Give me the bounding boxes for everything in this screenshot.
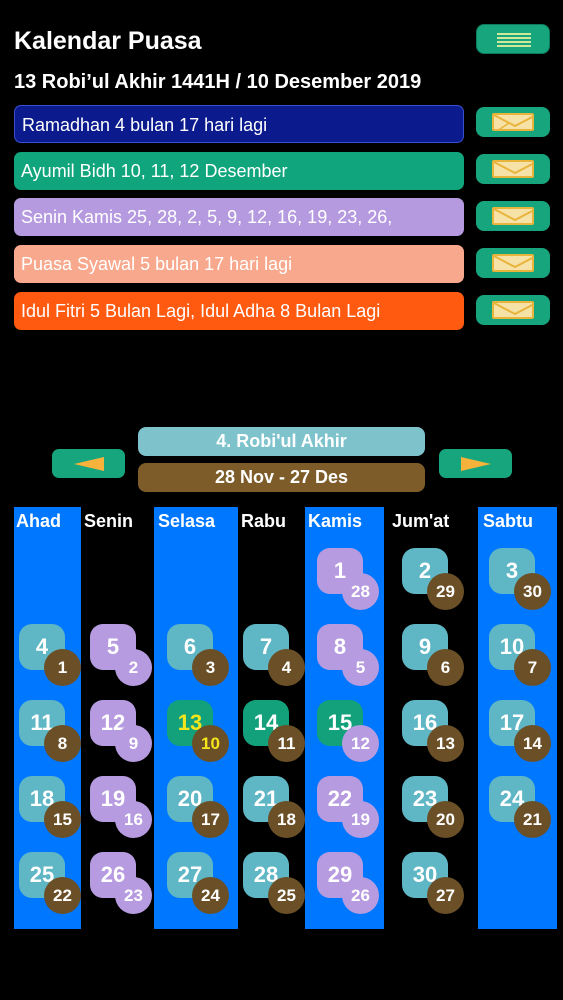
mail-button-senin-kamis[interactable]	[476, 201, 550, 231]
banner-idul-fitri[interactable]: Idul Fitri 5 Bulan Lagi, Idul Adha 8 Bul…	[14, 292, 464, 330]
mail-button-idul-fitri[interactable]	[476, 295, 550, 325]
calendar-day[interactable]: 11 8	[19, 700, 89, 770]
mail-button-ramadhan[interactable]	[476, 107, 550, 137]
gregorian-day-number: 13	[427, 725, 464, 762]
calendar-day[interactable]: 13 10	[167, 700, 237, 770]
banner-puasa-syawal[interactable]: Puasa Syawal 5 bulan 17 hari lagi	[14, 245, 464, 283]
gregorian-day-number: 4	[268, 649, 305, 686]
gregorian-day-number: 28	[342, 573, 379, 610]
month-range: 28 Nov - 27 Des	[138, 463, 425, 492]
app-title: Kalendar Puasa	[14, 27, 202, 55]
calendar-day[interactable]: 41	[19, 624, 89, 694]
prev-month-button[interactable]	[52, 449, 125, 478]
calendar-day[interactable]: 23 20	[402, 776, 472, 846]
dayname-ahad: Ahad	[16, 511, 61, 531]
gregorian-day-number: 16	[115, 801, 152, 838]
mail-button-puasa-syawal[interactable]	[476, 248, 550, 278]
dayname-selasa: Selasa	[158, 511, 216, 531]
gregorian-day-number: 21	[514, 801, 551, 838]
calendar-day[interactable]: 24 21	[489, 776, 559, 846]
mail-button-ayumil-bidh[interactable]	[476, 154, 550, 184]
gregorian-day-number: 3	[192, 649, 229, 686]
gregorian-day-number: 5	[342, 649, 379, 686]
calendar-day[interactable]: 3 30	[489, 548, 559, 618]
gregorian-day-number: 8	[44, 725, 81, 762]
gregorian-day-number: 10	[192, 725, 229, 762]
gregorian-day-number: 14	[514, 725, 551, 762]
gregorian-day-number: 1	[44, 649, 81, 686]
calendar-day[interactable]: 85	[317, 624, 387, 694]
envelope-icon	[492, 254, 534, 272]
calendar-day[interactable]: 25 22	[19, 852, 89, 922]
calendar-day[interactable]: 63	[167, 624, 237, 694]
envelope-icon	[492, 113, 534, 131]
calendar-day[interactable]: 18 15	[19, 776, 89, 846]
dayname-jumat: Jum'at	[392, 511, 450, 531]
gregorian-day-number: 19	[342, 801, 379, 838]
gregorian-day-number: 27	[427, 877, 464, 914]
gregorian-day-number: 2	[115, 649, 152, 686]
dayname-kamis: Kamis	[308, 511, 363, 531]
calendar-day[interactable]: 21 18	[243, 776, 313, 846]
gregorian-day-number: 6	[427, 649, 464, 686]
gregorian-day-number: 25	[268, 877, 305, 914]
calendar-day[interactable]: 15 12	[317, 700, 387, 770]
envelope-icon	[492, 160, 534, 178]
calendar-day[interactable]: 2 29	[402, 548, 472, 618]
month-title: 4. Robi'ul Akhir	[138, 427, 425, 456]
calendar-day[interactable]: 17 14	[489, 700, 559, 770]
banner-ayumil-bidh[interactable]: Ayumil Bidh 10, 11, 12 Desember	[14, 152, 464, 190]
gregorian-day-number: 20	[427, 801, 464, 838]
calendar-day[interactable]: 27 24	[167, 852, 237, 922]
arrow-left-icon	[74, 457, 104, 471]
calendar-day[interactable]: 96	[402, 624, 472, 694]
calendar-day[interactable]: 10 7	[489, 624, 559, 694]
gregorian-day-number: 23	[115, 877, 152, 914]
menu-button[interactable]	[476, 24, 550, 54]
gregorian-day-number: 24	[192, 877, 229, 914]
gregorian-day-number: 9	[115, 725, 152, 762]
gregorian-day-number: 7	[514, 649, 551, 686]
gregorian-day-number: 17	[192, 801, 229, 838]
next-month-button[interactable]	[439, 449, 512, 478]
calendar-day[interactable]: 1 28	[317, 548, 387, 618]
calendar-day[interactable]: 29 26	[317, 852, 387, 922]
gregorian-day-number: 18	[268, 801, 305, 838]
banner-senin-kamis[interactable]: Senin Kamis 25, 28, 2, 5, 9, 12, 16, 19,…	[14, 198, 464, 236]
calendar-day[interactable]: 14 11	[243, 700, 313, 770]
dayname-rabu: Rabu	[241, 511, 286, 531]
gregorian-day-number: 15	[44, 801, 81, 838]
arrow-right-icon	[461, 457, 491, 471]
calendar-day[interactable]: 20 17	[167, 776, 237, 846]
dayname-senin: Senin	[84, 511, 134, 531]
calendar-day[interactable]: 16 13	[402, 700, 472, 770]
calendar-day[interactable]: 30 27	[402, 852, 472, 922]
calendar-day[interactable]: 12 9	[90, 700, 160, 770]
gregorian-day-number: 26	[342, 877, 379, 914]
calendar-day[interactable]: 74	[243, 624, 313, 694]
calendar-day[interactable]: 19 16	[90, 776, 160, 846]
gregorian-day-number: 22	[44, 877, 81, 914]
current-date: 13 Robi’ul Akhir 1441H / 10 Desember 201…	[14, 71, 422, 93]
gregorian-day-number: 11	[268, 725, 305, 762]
gregorian-day-number: 30	[514, 573, 551, 610]
calendar-day[interactable]: 26 23	[90, 852, 160, 922]
menu-icon	[497, 33, 531, 47]
calendar-day[interactable]: 28 25	[243, 852, 313, 922]
gregorian-day-number: 12	[342, 725, 379, 762]
banner-ramadhan[interactable]: Ramadhan 4 bulan 17 hari lagi	[14, 105, 464, 143]
calendar-day[interactable]: 52	[90, 624, 160, 694]
dayname-sabtu: Sabtu	[483, 511, 534, 531]
calendar-day[interactable]: 22 19	[317, 776, 387, 846]
gregorian-day-number: 29	[427, 573, 464, 610]
envelope-icon	[492, 207, 534, 225]
envelope-icon	[492, 301, 534, 319]
